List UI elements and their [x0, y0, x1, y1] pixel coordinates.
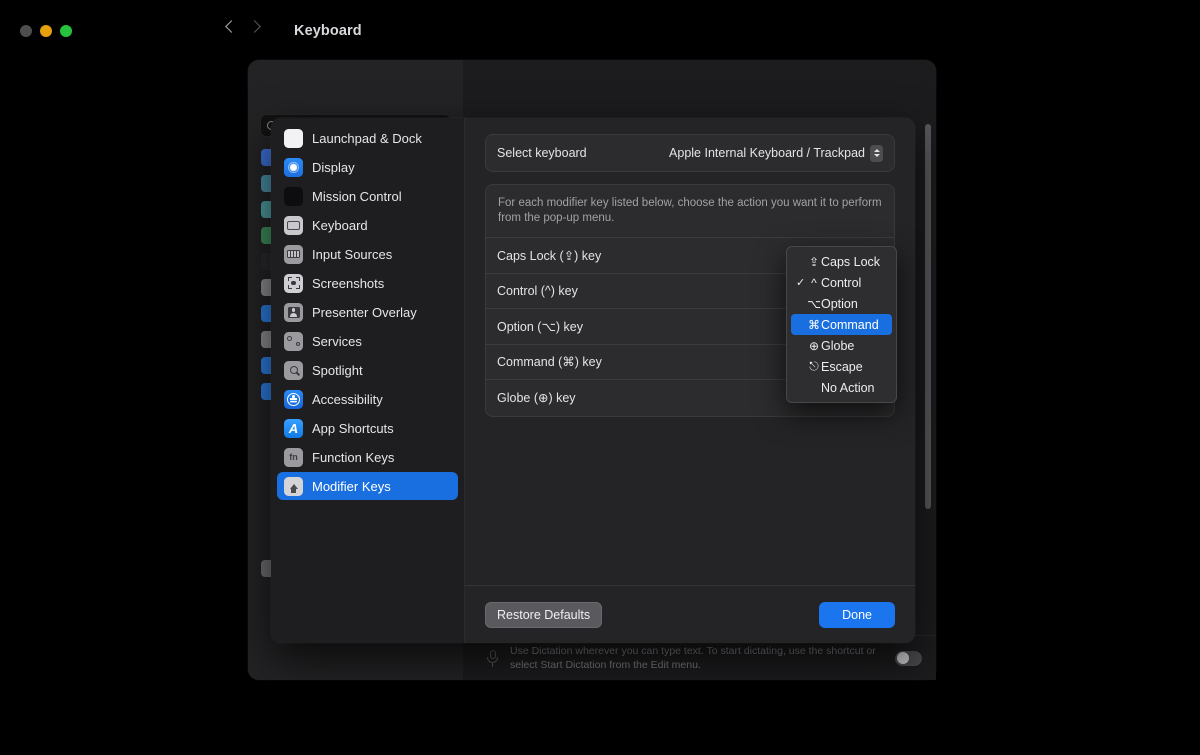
menu-item-label: Control	[821, 275, 862, 290]
sidebar-item-label: Function Keys	[312, 449, 395, 465]
display-icon	[284, 157, 303, 177]
presenter-overlay-icon	[284, 302, 303, 322]
menu-item-label: Caps Lock	[821, 254, 881, 269]
minimize-button[interactable]	[40, 25, 52, 37]
input-sources-icon	[284, 244, 303, 264]
sidebar-item-keyboard[interactable]: Keyboard	[277, 211, 458, 239]
sidebar-item-label: Input Sources	[312, 246, 393, 262]
vertical-scrollbar[interactable]	[925, 124, 931, 509]
sheet-footer: Restore Defaults Done	[465, 585, 915, 643]
screenshots-icon	[284, 273, 303, 293]
keyboard-icon	[284, 215, 303, 235]
launchpad-icon	[284, 128, 303, 148]
restore-defaults-button[interactable]: Restore Defaults	[485, 601, 603, 628]
menu-item-label: Option	[821, 296, 858, 311]
sidebar-item-label: Services	[312, 333, 362, 349]
sidebar-item-spotlight[interactable]: Spotlight	[277, 356, 458, 384]
dictation-description: Use Dictation wherever you can type text…	[510, 645, 876, 671]
sidebar-item-label: Mission Control	[312, 188, 402, 204]
sidebar-item-label: Modifier Keys	[312, 478, 391, 494]
menu-item-checkmark: ✓	[796, 277, 806, 289]
up-down-chevron-icon	[870, 144, 883, 162]
sidebar-item-label: Accessibility	[312, 391, 383, 407]
sidebar-item-launchpad-dock[interactable]: Launchpad & Dock	[277, 124, 458, 152]
command-symbol-icon: ⌘	[808, 317, 820, 332]
sidebar-item-label: Screenshots	[312, 275, 385, 291]
modifier-keys-icon	[284, 476, 303, 496]
page-title: Keyboard	[294, 23, 362, 39]
sidebar-item-label: Presenter Overlay	[312, 304, 417, 320]
sidebar-item-label: App Shortcuts	[312, 420, 394, 436]
app-shortcuts-icon: A	[284, 418, 303, 438]
navigation-controls	[225, 20, 261, 33]
modifier-action-popup-menu: ⇪ Caps Lock ✓ ^ Control ⌥ Option ⌘ Comma…	[786, 246, 897, 403]
sidebar-item-accessibility[interactable]: Accessibility	[277, 385, 458, 413]
menu-item-caps-lock[interactable]: ⇪ Caps Lock	[791, 251, 892, 272]
caps-lock-symbol-icon: ⇪	[808, 254, 820, 269]
escape-symbol-icon: ⎋	[809, 359, 819, 373]
modifier-row-label: Caps Lock (⇪) key	[497, 248, 602, 263]
sidebar-item-label: Keyboard	[312, 217, 368, 233]
option-symbol-icon: ⌥	[807, 296, 821, 311]
menu-item-label: No Action	[821, 380, 875, 395]
modifier-row-label: Command (⌘) key	[497, 355, 602, 370]
select-keyboard-label: Select keyboard	[497, 146, 587, 160]
traffic-lights	[20, 25, 72, 37]
dictation-toggle[interactable]	[895, 650, 922, 666]
menu-item-option[interactable]: ⌥ Option	[791, 293, 892, 314]
done-button[interactable]: Done	[819, 601, 895, 628]
sidebar-item-input-sources[interactable]: Input Sources	[277, 240, 458, 268]
menu-item-command[interactable]: ⌘ Command	[791, 314, 892, 335]
control-symbol-icon: ^	[811, 275, 817, 290]
sidebar-item-function-keys[interactable]: fn Function Keys	[277, 443, 458, 471]
menu-item-escape[interactable]: ⎋ Escape	[791, 356, 892, 377]
accessibility-icon	[284, 389, 303, 409]
menu-item-label: Command	[821, 317, 879, 332]
panel-description: For each modifier key listed below, choo…	[486, 185, 894, 238]
modifier-row-label: Option (⌥) key	[497, 319, 583, 334]
sidebar-item-presenter-overlay[interactable]: Presenter Overlay	[277, 298, 458, 326]
menu-item-globe[interactable]: ⊕ Globe	[791, 335, 892, 356]
sidebar-item-app-shortcuts[interactable]: A App Shortcuts	[277, 414, 458, 442]
mission-control-icon	[284, 186, 303, 206]
menu-item-no-action[interactable]: No Action	[791, 377, 892, 398]
select-keyboard-row: Select keyboard Apple Internal Keyboard …	[485, 134, 895, 172]
chevron-left-icon[interactable]	[225, 20, 238, 33]
window-titlebar: Keyboard	[0, 0, 1200, 52]
function-keys-icon: fn	[284, 447, 303, 467]
services-icon	[284, 331, 303, 351]
modifier-row-label: Globe (⊕) key	[497, 391, 576, 406]
maximize-button[interactable]	[60, 25, 72, 37]
microphone-icon	[487, 649, 498, 667]
menu-item-label: Escape	[821, 359, 863, 374]
sidebar-item-screenshots[interactable]: Screenshots	[277, 269, 458, 297]
spotlight-icon	[284, 360, 303, 380]
menu-item-control[interactable]: ✓ ^ Control	[791, 272, 892, 293]
sidebar-item-services[interactable]: Services	[277, 327, 458, 355]
sidebar-item-mission-control[interactable]: Mission Control	[277, 182, 458, 210]
chevron-right-icon	[248, 20, 261, 33]
globe-symbol-icon: ⊕	[808, 338, 820, 353]
sidebar-item-label: Launchpad & Dock	[312, 130, 422, 146]
sidebar-item-label: Display	[312, 159, 355, 175]
menu-item-label: Globe	[821, 338, 855, 353]
sidebar-item-modifier-keys[interactable]: Modifier Keys	[277, 472, 458, 500]
select-keyboard-popup-button[interactable]: Apple Internal Keyboard / Trackpad	[669, 144, 883, 162]
sidebar-item-label: Spotlight	[312, 362, 363, 378]
sidebar-item-display[interactable]: Display	[277, 153, 458, 181]
modifier-row-label: Control (^) key	[497, 283, 578, 298]
sheet-sidebar: Launchpad & Dock Display Mission Control…	[271, 118, 465, 643]
close-button[interactable]	[20, 25, 32, 37]
select-keyboard-value: Apple Internal Keyboard / Trackpad	[669, 146, 865, 160]
